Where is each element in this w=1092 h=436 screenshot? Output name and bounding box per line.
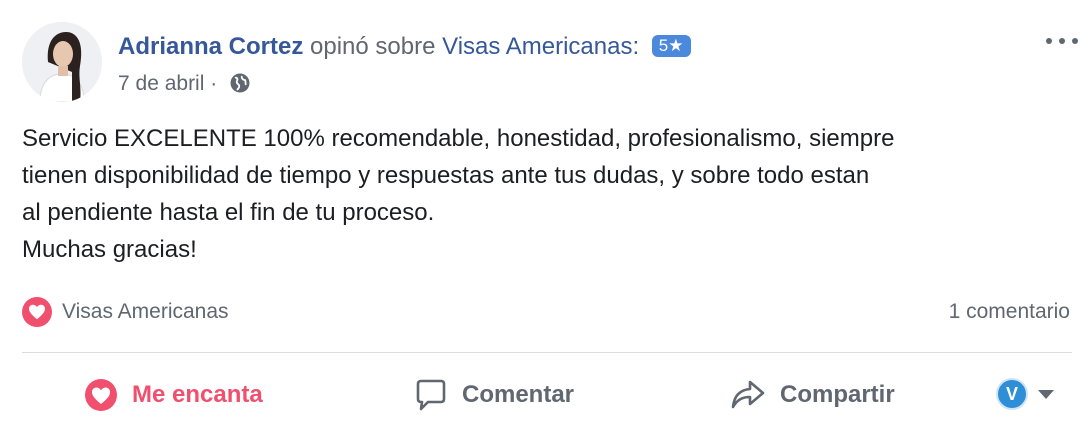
post-header: Adrianna Cortez opinó sobre Visas Americ…	[118, 32, 691, 62]
rating-badge: 5★	[651, 35, 691, 57]
review-verb: opinó sobre	[310, 33, 436, 60]
chevron-down-icon	[1038, 389, 1054, 399]
love-label: Me encanta	[132, 381, 263, 408]
love-reaction-button[interactable]: Me encanta	[84, 372, 263, 418]
share-label: Compartir	[780, 381, 895, 408]
date-separator: ·	[210, 72, 218, 95]
page-identity-selector[interactable]: V	[996, 378, 1054, 410]
comment-count-link[interactable]: 1 comentario	[949, 296, 1070, 328]
heart-icon	[22, 297, 52, 327]
comment-bubble-icon	[414, 378, 448, 412]
author-avatar[interactable]	[22, 22, 102, 102]
post-date-link[interactable]: 7 de abril	[118, 72, 204, 95]
globe-icon[interactable]	[229, 72, 251, 102]
reaction-summary[interactable]: Visas Americanas	[22, 296, 229, 328]
comment-label: Comentar	[462, 381, 575, 408]
review-post: Adrianna Cortez opinó sobre Visas Americ…	[0, 0, 1092, 436]
page-name-link[interactable]: Visas Americanas:	[442, 33, 639, 60]
action-divider	[22, 352, 1072, 353]
post-meta: 7 de abril ·	[118, 70, 251, 102]
more-options-icon[interactable]	[1044, 30, 1080, 50]
author-name-link[interactable]: Adrianna Cortez	[118, 33, 303, 60]
comment-button[interactable]: Comentar	[414, 372, 574, 418]
review-text: Servicio EXCELENTE 100% recomendable, ho…	[22, 125, 895, 263]
heart-icon	[84, 378, 118, 412]
share-arrow-icon	[730, 378, 766, 412]
profile-photo	[22, 22, 102, 102]
page-identity-icon: V	[996, 378, 1028, 410]
share-button[interactable]: Compartir	[730, 372, 895, 418]
reactor-name: Visas Americanas	[62, 300, 229, 323]
